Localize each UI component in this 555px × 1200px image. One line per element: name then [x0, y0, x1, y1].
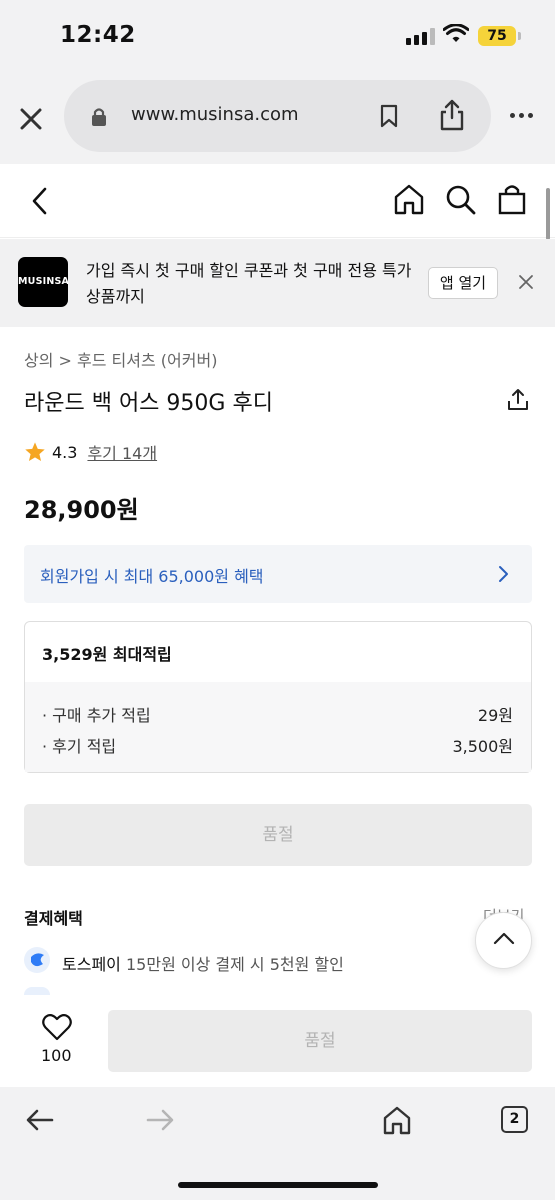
product-title: 라운드 백 어스 950G 후디 [24, 391, 273, 416]
payment-icon-partial [24, 987, 50, 995]
heart-icon[interactable] [42, 1013, 72, 1041]
banner-close-icon[interactable] [518, 274, 534, 290]
payment-desc: 15만원 이상 결제 시 5천원 할인 [125, 955, 344, 974]
back-arrow-icon[interactable] [28, 186, 52, 216]
soldout-button[interactable]: 품절 [24, 804, 532, 866]
browser-home-icon[interactable] [382, 1105, 412, 1135]
url-text[interactable]: www.musinsa.com [131, 104, 299, 125]
tabs-count-button[interactable]: 2 [501, 1106, 528, 1133]
product-price: 28,900원 [24, 496, 139, 524]
bookmark-icon[interactable] [378, 104, 400, 128]
status-time: 12:42 [60, 22, 136, 48]
toss-pay-icon [24, 947, 50, 973]
signup-benefit-text[interactable]: 회원가입 시 최대 65,000원 혜택 [40, 563, 264, 587]
points-row-value: 29원 [477, 706, 513, 725]
battery-cap [518, 32, 521, 40]
shopping-bag-icon[interactable] [496, 183, 528, 215]
wifi-icon [443, 24, 469, 42]
points-row-label: · 후기 적립 [42, 737, 117, 756]
toss-pay-benefit: 토스페이 15만원 이상 결제 시 5천원 할인 [62, 951, 344, 975]
lock-icon [92, 108, 106, 126]
payment-benefits-title: 결제혜택 [24, 909, 83, 928]
chevron-up-icon [493, 932, 515, 945]
payment-brand: 토스페이 [62, 955, 121, 974]
browser-back-icon[interactable] [26, 1108, 54, 1132]
max-points-title: 3,529원 최대적립 [42, 645, 172, 664]
cellular-signal-icon [406, 28, 435, 45]
open-app-button[interactable]: 앱 열기 [428, 267, 498, 299]
scroll-top-button[interactable] [475, 912, 532, 969]
search-icon[interactable] [445, 184, 477, 216]
bottom-soldout-button[interactable]: 품절 [108, 1010, 532, 1072]
more-options-icon[interactable] [510, 113, 533, 118]
home-icon[interactable] [393, 183, 425, 215]
product-share-icon[interactable] [506, 388, 530, 412]
breadcrumb[interactable]: 상의 > 후드 티셔츠 (어커버) [24, 347, 217, 371]
like-count: 100 [41, 1046, 72, 1065]
points-row-label: · 구매 추가 적립 [42, 706, 151, 725]
home-indicator [178, 1182, 378, 1188]
banner-message: 가입 즉시 첫 구매 할인 쿠폰과 첫 구매 전용 특가 상품까지 [86, 261, 412, 306]
battery-icon: 75 [478, 26, 516, 46]
browser-forward-icon[interactable] [146, 1108, 174, 1132]
product-rating: 4.3 후기 14개 [24, 440, 157, 464]
close-icon[interactable] [16, 104, 46, 134]
chevron-right-icon[interactable] [498, 565, 510, 583]
musinsa-logo: MUSINSA [18, 257, 69, 307]
points-detail [25, 682, 531, 772]
scrollbar[interactable] [546, 188, 550, 240]
star-icon [25, 442, 45, 461]
rating-score: 4.3 [52, 442, 78, 462]
share-icon[interactable] [438, 98, 466, 132]
points-row-value: 3,500원 [452, 737, 513, 756]
review-count-link[interactable]: 후기 14개 [87, 440, 157, 464]
